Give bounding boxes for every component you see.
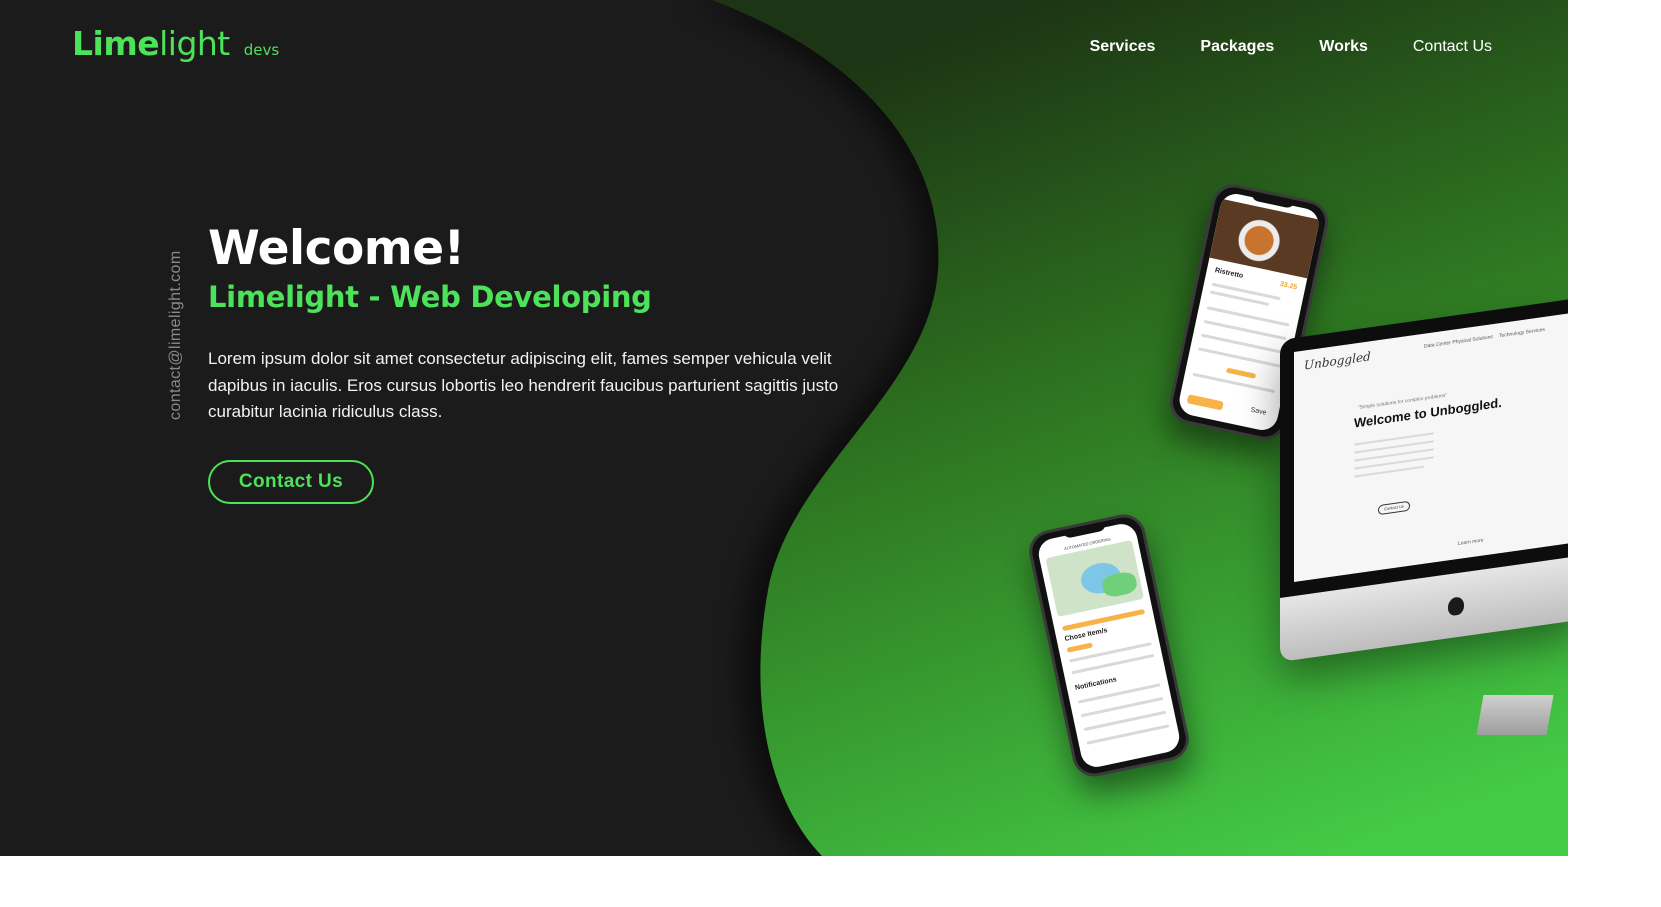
option-pill	[1225, 367, 1257, 379]
order-item-name: Ristretto	[1214, 267, 1244, 280]
save-label: Save	[1249, 406, 1268, 417]
mockup-contact-button: Contact Us	[1378, 500, 1410, 516]
option-pill	[1066, 642, 1094, 653]
main-nav: Services Packages Works Contact Us	[1090, 38, 1492, 56]
mockup-learn-more: Learn more	[1458, 537, 1484, 547]
order-item-price: 33.25	[1279, 280, 1298, 292]
page-subtitle: Limelight - Web Developing	[208, 280, 652, 315]
brand-logo[interactable]: Limelight devs	[72, 24, 279, 63]
mockup-nav-item: Data Center Physical Solutions	[1424, 334, 1493, 350]
nav-contact-us[interactable]: Contact Us	[1413, 38, 1492, 56]
side-email: contact@limelight.com	[167, 250, 184, 420]
hero-content: Welcome! Limelight - Web Developing Lore…	[208, 221, 868, 504]
brand-name: Limelight	[72, 24, 230, 63]
monitor-frame: Unboggled Data Center Physical Solutions…	[1280, 297, 1568, 662]
hero-section: Limelight devs Services Packages Works C…	[0, 0, 1568, 856]
nav-services[interactable]: Services	[1090, 38, 1156, 56]
text-line	[1192, 372, 1276, 394]
mockup-brand: Unboggled	[1304, 349, 1371, 373]
page-title: Welcome!	[208, 221, 465, 276]
monitor-stand	[1476, 695, 1554, 735]
hero-description: Lorem ipsum dolor sit amet consectetur a…	[208, 349, 839, 422]
brand-suffix: devs	[243, 41, 280, 59]
nav-works[interactable]: Works	[1319, 38, 1368, 56]
monitor-screen: Unboggled Data Center Physical Solutions…	[1294, 311, 1568, 583]
desktop-mockup: Unboggled Data Center Physical Solutions…	[1280, 297, 1568, 760]
mockup-nav-item: Technology Services	[1499, 326, 1545, 340]
nav-packages[interactable]: Packages	[1200, 38, 1274, 56]
contact-us-button[interactable]: Contact Us	[208, 460, 374, 504]
section-title: Notifications	[1074, 676, 1118, 692]
coffee-image	[1209, 198, 1320, 279]
add-to-cart-pill	[1186, 394, 1224, 411]
